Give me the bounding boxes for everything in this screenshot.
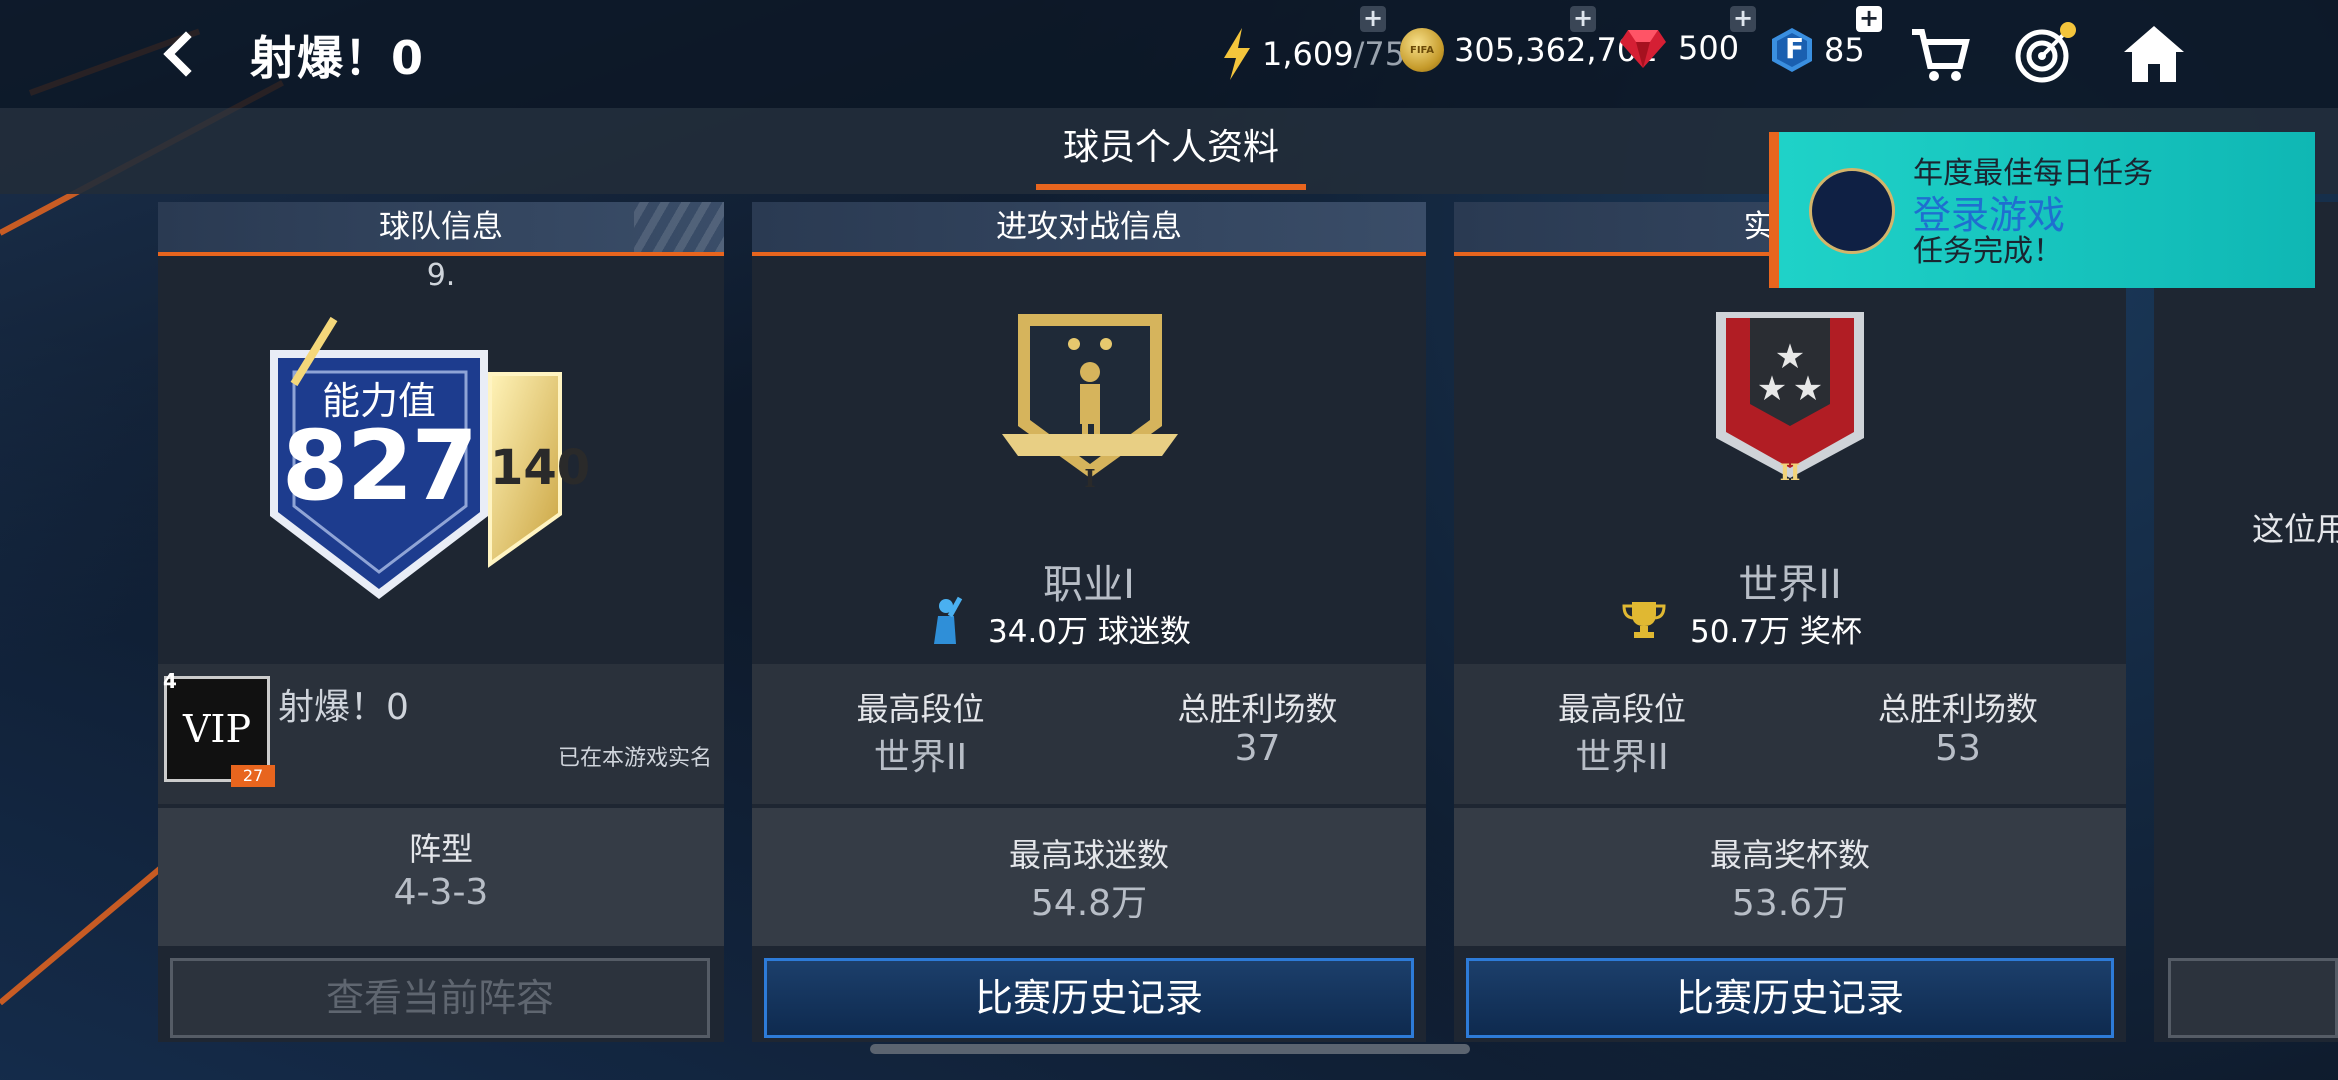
world-division-badge-icon: ★ ★ ★ [1716, 312, 1864, 478]
trophy-icon [1622, 602, 1666, 638]
back-arrow-icon [163, 31, 209, 77]
svg-text:★: ★ [1757, 369, 1787, 409]
team-info-card: 球队信息 9. 能力值 827 140 4 VIP 27 射爆！0 已在本游戏实… [158, 202, 724, 1042]
notification-status: 任务完成！ [1913, 234, 2063, 269]
add-energy-button[interactable]: + [1360, 6, 1386, 32]
match-history-button[interactable]: 比赛历史记录 [764, 958, 1414, 1038]
coin-icon-label: FIFA [1410, 44, 1434, 56]
partial-card-button[interactable] [2168, 958, 2338, 1038]
energy-counter[interactable]: 1,609/75 + [1220, 6, 1406, 80]
player-name: 射爆！0 [278, 687, 409, 728]
best-rank-value: 世界II [1575, 737, 1669, 778]
gem-value: 500 [1678, 29, 1740, 67]
fifa-points-value: 85 [1824, 31, 1865, 69]
horizontal-scrollbar[interactable] [870, 1044, 1470, 1054]
max-fans-row: 最高球迷数 54.8万 [752, 808, 1426, 946]
total-wins-value: 37 [1234, 728, 1281, 769]
lightning-icon [1224, 28, 1250, 80]
energy-max: /75 [1353, 35, 1406, 73]
coin-counter[interactable]: FIFA 305,362,701 + [1400, 6, 1658, 72]
view-lineup-button[interactable]: 查看当前阵容 [170, 958, 710, 1038]
division-name: 职业I [1043, 562, 1135, 608]
stats-row: 最高段位 世界II 总胜利场数 53 [1454, 664, 2126, 804]
best-rank-value: 世界II [873, 737, 968, 778]
partial-card: 这位用 [2154, 202, 2338, 1042]
svg-text:★: ★ [1793, 369, 1823, 409]
card-header-label: 进攻对战信息 [996, 209, 1182, 245]
trophies-text: 50.7万 奖杯 [1690, 614, 1862, 650]
partial-card-text: 这位用 [2252, 510, 2338, 548]
badge-roman: II [1779, 460, 1801, 486]
fans-text: 34.0万 球迷数 [988, 614, 1191, 650]
total-wins-value: 53 [1935, 728, 1981, 769]
tab-underline [1036, 184, 1306, 190]
max-fans-label: 最高球迷数 [1008, 836, 1169, 874]
fifa-points-letter: F [1785, 32, 1805, 65]
player-row: 4 VIP 27 射爆！0 已在本游戏实名 [158, 664, 724, 804]
top-bar: 射爆！0 1,609/75 + FIFA 305,362,701 + 500 +… [0, 0, 2338, 108]
vip-badge[interactable]: 4 VIP 27 [163, 669, 275, 787]
toty-emblem-icon [1809, 168, 1895, 254]
division-name: 世界II [1738, 562, 1842, 608]
card-header: 球队信息 [158, 202, 724, 256]
stats-row: 最高段位 世界II 总胜利场数 37 [752, 664, 1426, 804]
best-rank-label: 最高段位 [1557, 690, 1686, 728]
realtime-info-card: 实时对 ★ ★ ★ II 世界II 50.7万 奖杯 最高段位 世界II 总胜利… [1454, 202, 2126, 1042]
fifa-coin-icon: FIFA [1400, 28, 1444, 72]
energy-value: 1,609 [1262, 35, 1354, 73]
vip-label: VIP [182, 707, 252, 751]
add-gems-button[interactable]: + [1730, 6, 1756, 32]
page-title: 射爆！0 [250, 31, 425, 85]
max-fans-value: 54.8万 [1030, 883, 1148, 924]
fifa-points-counter[interactable]: F 85 + [1772, 6, 1882, 72]
badge-roman: I [1084, 464, 1096, 493]
badge-value: 140 [490, 440, 591, 496]
vip-level: 4 [163, 669, 177, 693]
shopping-cart-icon[interactable] [1908, 22, 1972, 86]
card-header-label: 球队信息 [379, 209, 503, 245]
header-stripes [634, 202, 724, 252]
attack-info-card: 进攻对战信息 I 职业I 34.0万 球迷数 最高段位 世界II 总胜利场数 3… [752, 202, 1426, 1042]
pro-division-badge-icon [1002, 314, 1178, 478]
vip-points: 27 [231, 765, 275, 787]
rating-value: 827 [281, 410, 478, 522]
ruby-gem-icon [1620, 30, 1666, 68]
formation-row: 阵型 4-3-3 [158, 808, 724, 946]
best-rank-label: 最高段位 [856, 690, 985, 728]
max-trophies-label: 最高奖杯数 [1709, 836, 1870, 874]
add-fifa-points-button[interactable]: + [1856, 6, 1882, 32]
target-objectives-icon[interactable] [2012, 22, 2076, 86]
total-wins-label: 总胜利场数 [1877, 690, 2038, 728]
gem-counter[interactable]: 500 + [1620, 6, 1756, 68]
total-wins-label: 总胜利场数 [1177, 690, 1338, 728]
max-trophies-row: 最高奖杯数 53.6万 [1454, 808, 2126, 946]
formation-label: 阵型 [408, 830, 473, 868]
match-history-button[interactable]: 比赛历史记录 [1466, 958, 2114, 1038]
daily-task-notification[interactable]: 年度最佳每日任务 登录游戏 任务完成！ [1769, 132, 2315, 288]
card-header: 进攻对战信息 [752, 202, 1426, 256]
max-trophies-value: 53.6万 [1731, 883, 1849, 924]
rank-text: 9. [426, 258, 456, 293]
back-button[interactable] [160, 24, 216, 84]
home-icon[interactable] [2122, 22, 2186, 86]
tab-player-profile[interactable]: 球员个人资料 [1036, 118, 1306, 170]
add-coins-button[interactable]: + [1570, 6, 1596, 32]
verified-text: 已在本游戏实名 [557, 746, 712, 771]
fans-icon [924, 596, 964, 646]
formation-value: 4-3-3 [393, 872, 489, 913]
